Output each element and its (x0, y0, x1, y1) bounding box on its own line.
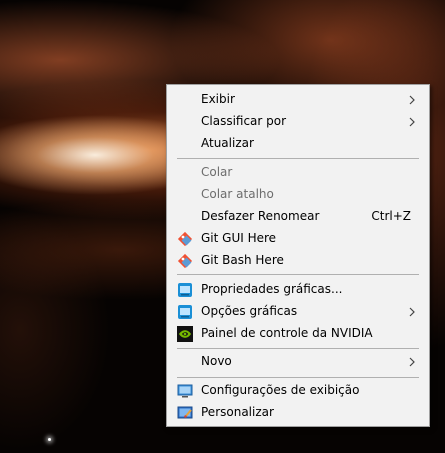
menu-item-exibir[interactable]: Exibir (167, 89, 429, 111)
menu-item-atualizar[interactable]: Atualizar (167, 133, 429, 155)
menu-item-desfazer-renomear[interactable]: Desfazer Renomear Ctrl+Z (167, 206, 429, 228)
menu-item-colar-atalho[interactable]: Colar atalho (167, 184, 429, 206)
desktop-context-menu: Exibir Classificar por Atualizar Colar C… (166, 84, 430, 427)
menu-item-personalizar[interactable]: Personalizar (167, 402, 429, 424)
menu-item-label: Classificar por (201, 114, 287, 128)
chevron-right-icon (409, 117, 415, 127)
menu-item-label: Desfazer Renomear (201, 209, 320, 223)
menu-item-novo[interactable]: Novo (167, 351, 429, 373)
menu-separator (177, 158, 419, 159)
menu-item-label: Personalizar (201, 405, 274, 419)
chevron-right-icon (409, 307, 415, 317)
menu-item-colar[interactable]: Colar (167, 162, 429, 184)
menu-item-label: Opções gráficas (201, 304, 298, 318)
menu-item-label: Painel de controle da NVIDIA (201, 326, 373, 340)
menu-item-git-bash-here[interactable]: Git Bash Here (167, 250, 429, 272)
menu-separator (177, 377, 419, 378)
menu-item-git-gui-here[interactable]: Git GUI Here (167, 228, 429, 250)
menu-item-opcoes-graficas[interactable]: Opções gráficas (167, 301, 429, 323)
git-gui-icon (177, 231, 193, 247)
intel-graphics-icon (178, 283, 192, 297)
menu-item-label: Atualizar (201, 136, 254, 150)
menu-separator (177, 348, 419, 349)
menu-item-label: Colar atalho (201, 187, 274, 201)
menu-item-label: Exibir (201, 92, 235, 106)
display-settings-icon (177, 384, 193, 398)
menu-item-painel-nvidia[interactable]: Painel de controle da NVIDIA (167, 323, 429, 345)
menu-item-label: Propriedades gráficas... (201, 282, 343, 296)
menu-item-label: Novo (201, 354, 232, 368)
wallpaper-sparkle (48, 438, 51, 441)
menu-item-label: Git GUI Here (201, 231, 277, 245)
nvidia-icon (177, 326, 193, 342)
menu-item-shortcut: Ctrl+Z (371, 209, 411, 223)
menu-item-label: Configurações de exibição (201, 383, 360, 397)
menu-item-configuracoes-exibicao[interactable]: Configurações de exibição (167, 380, 429, 402)
menu-item-label: Colar (201, 165, 233, 179)
chevron-right-icon (409, 357, 415, 367)
menu-item-propriedades-graficas[interactable]: Propriedades gráficas... (167, 279, 429, 301)
menu-separator (177, 274, 419, 275)
git-bash-icon (177, 253, 193, 269)
menu-item-classificar-por[interactable]: Classificar por (167, 111, 429, 133)
intel-graphics-options-icon (178, 305, 192, 319)
menu-item-label: Git Bash Here (201, 253, 284, 267)
personalize-icon (177, 406, 193, 419)
chevron-right-icon (409, 95, 415, 105)
